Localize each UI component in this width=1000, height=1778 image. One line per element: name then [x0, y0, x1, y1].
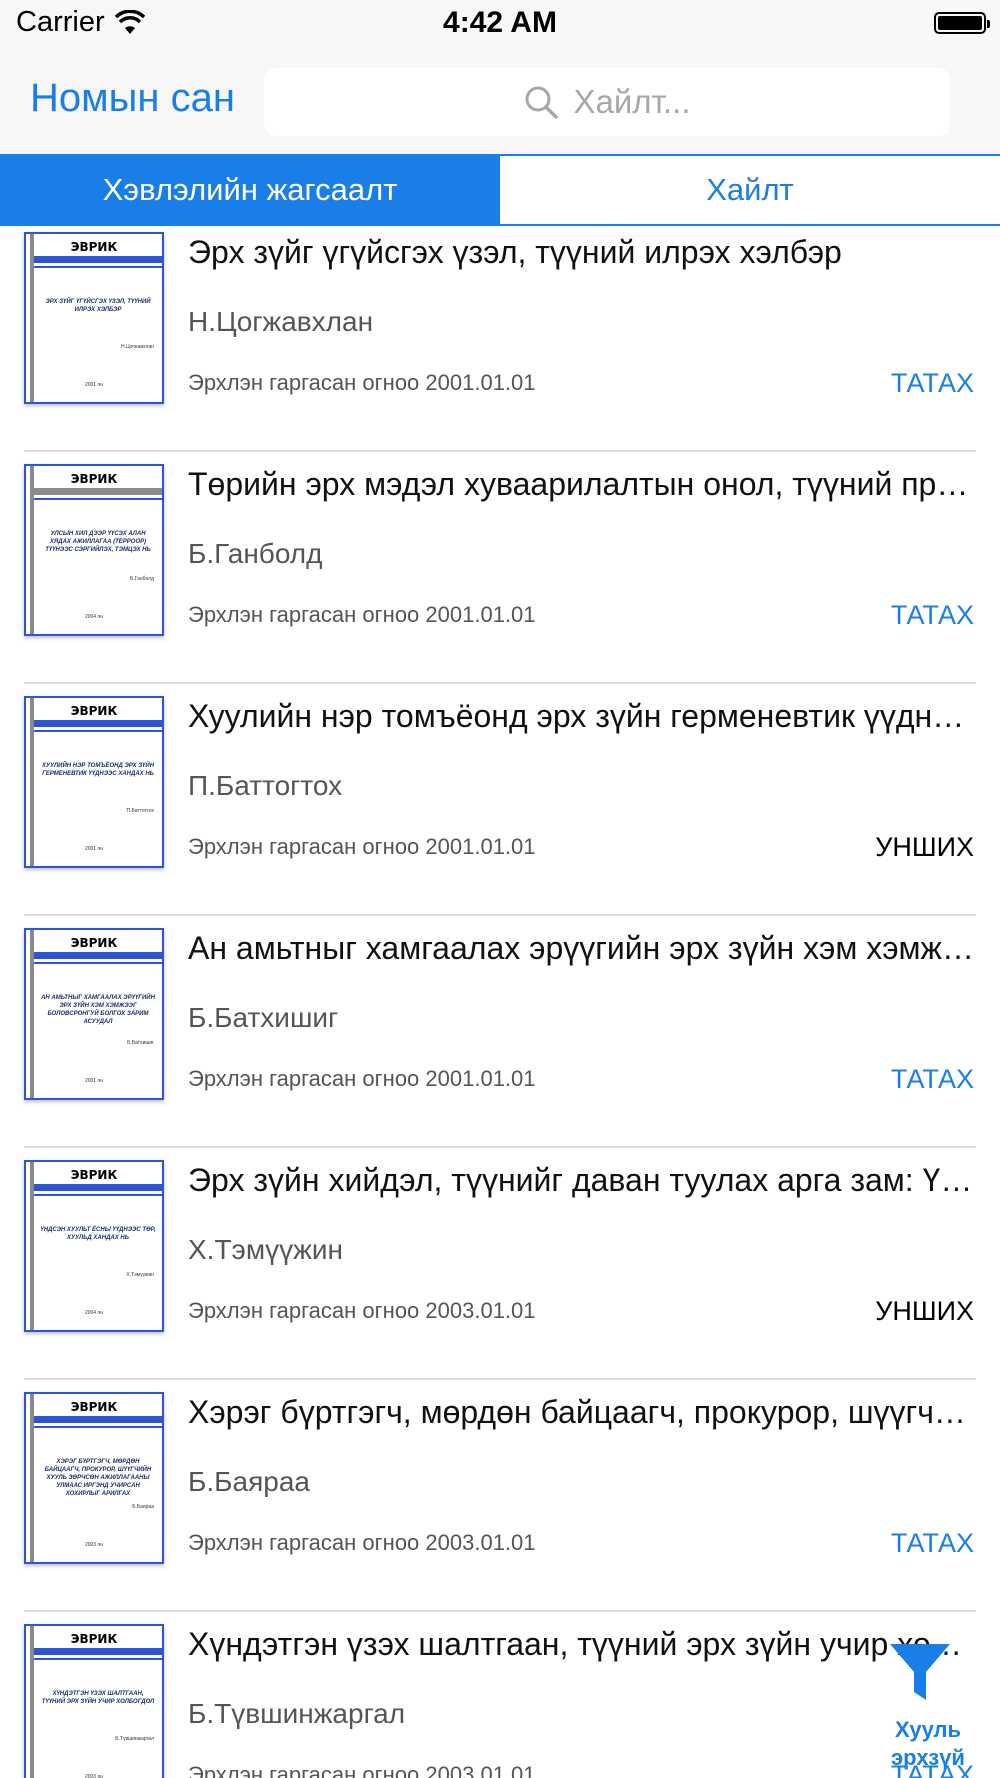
download-button[interactable]: ТАТАХ: [891, 1064, 974, 1095]
book-title[interactable]: Эрх зүйн хийдэл, түүнийг даван туулах ар…: [188, 1162, 974, 1199]
segmented-tabs: Хэвлэлийн жагсаалт Хайлт: [0, 154, 1000, 226]
book-cover[interactable]: ЭВРИК Хүндэтгэн үзэх шалтгаан, түүний эр…: [24, 1624, 164, 1778]
cover-stripe: [34, 1416, 162, 1423]
cover-author: П.Баттогтох: [126, 808, 154, 814]
cover-author: Б.Түвшинжаргал: [115, 1736, 154, 1742]
search-icon: [525, 86, 559, 119]
filter-label: Хууль эрхзүй: [891, 1717, 965, 1770]
book-author: Б.Батхишиг: [188, 1002, 339, 1033]
cover-author: Б.Баяраа: [132, 1504, 154, 1510]
cover-line: [34, 962, 162, 964]
list-item[interactable]: ЭВРИК Эрх зүйг үгүйсгэх үзэл, түүний илр…: [0, 226, 1000, 452]
cover-author: Б.Ганболд: [129, 576, 154, 582]
book-cover[interactable]: ЭВРИК Ан амьтныг хамгаалах эрүүгийн эрх …: [24, 928, 164, 1100]
publish-date: Эрхлэн гаргасан огноо 2001.01.01: [188, 602, 536, 627]
cover-year: 2003 он: [84, 1774, 104, 1778]
cover-line: [34, 498, 162, 500]
book-author: Б.Ганболд: [188, 538, 323, 569]
book-cover[interactable]: ЭВРИК Улсын хил дээр үүсэх алан хядах аж…: [24, 464, 164, 636]
book-title[interactable]: Эрх зүйг үгүйсгэх үзэл, түүний илрэх хэл…: [188, 234, 974, 271]
navigation-bar: Номын сан Хайлт...: [0, 50, 1000, 154]
cover-stripe: [34, 488, 162, 495]
status-bar: Carrier 4:42 AM: [0, 0, 1000, 50]
cover-brand: ЭВРИК: [70, 704, 118, 718]
book-title[interactable]: Ан амьтныг хамгаалах эрүүгийн эрх зүйн х…: [188, 930, 974, 967]
book-cover[interactable]: ЭВРИК Хэрэг бүртгэгч, мөрдөн байцаагч, п…: [24, 1392, 164, 1564]
list-item[interactable]: ЭВРИК Хэрэг бүртгэгч, мөрдөн байцаагч, п…: [0, 1380, 1000, 1612]
cover-brand: ЭВРИК: [70, 240, 118, 254]
cover-year: 2004 он: [84, 1310, 104, 1316]
cover-title: Хуулийн нэр томъёонд эрх зүйн герменевти…: [41, 763, 155, 777]
cover-brand: ЭВРИК: [70, 1632, 118, 1646]
cover-stripe: [34, 952, 162, 959]
filter-button[interactable]: Хууль эрхзүй: [880, 1640, 996, 1778]
cover-title: Улсын хил дээр үүсэх алан хядах ажиллага…: [45, 531, 151, 553]
search-placeholder: Хайлт...: [573, 83, 691, 120]
publish-date: Эрхлэн гаргасан огноо 2003.01.01: [188, 1298, 536, 1323]
book-title[interactable]: Төрийн эрх мэдэл хуваарилалтын онол, түү…: [188, 466, 974, 503]
cover-brand: ЭВРИК: [70, 472, 118, 486]
cover-year: 2001 он: [84, 846, 104, 852]
cover-title: Үндсэн хуульт ёсны үүднээс төр, хуульд х…: [40, 1227, 156, 1241]
cover-author: Н.Цогжавхлан: [120, 344, 154, 350]
download-button[interactable]: ТАТАХ: [891, 600, 974, 631]
book-author: Б.Баяраа: [188, 1466, 310, 1497]
list-item[interactable]: ЭВРИК Хүндэтгэн үзэх шалтгаан, түүний эр…: [0, 1612, 1000, 1778]
filter-icon: [890, 1644, 950, 1700]
cover-title: Хэрэг бүртгэгч, мөрдөн байцаагч, прокуро…: [44, 1459, 152, 1497]
tab-publication-list[interactable]: Хэвлэлийн жагсаалт: [0, 156, 500, 224]
cover-line: [34, 1658, 162, 1660]
cover-brand: ЭВРИК: [70, 1168, 118, 1182]
book-title[interactable]: Хүндэтгэн үзэх шалтгаан, түүний эрх зүйн…: [188, 1626, 974, 1663]
book-author: Н.Цогжавхлан: [188, 306, 374, 337]
cover-stripe: [34, 1184, 162, 1191]
cover-author: Х.Тэмүүжин: [126, 1272, 154, 1278]
book-author: Х.Тэмүүжин: [188, 1234, 343, 1265]
cover-line: [34, 266, 162, 268]
cover-stripe: [34, 1648, 162, 1655]
cover-year: 2004 он: [84, 614, 104, 620]
book-author: П.Баттогтох: [188, 770, 343, 801]
page-title: Номын сан: [30, 76, 235, 120]
clock: 4:42 AM: [443, 6, 557, 39]
list-item[interactable]: ЭВРИК Улсын хил дээр үүсэх алан хядах аж…: [0, 452, 1000, 684]
cover-year: 2001 он: [84, 382, 104, 388]
cover-title: Хүндэтгэн үзэх шалтгаан, түүний эрх зүйн…: [41, 1691, 155, 1705]
publish-date: Эрхлэн гаргасан огноо 2001.01.01: [188, 834, 536, 859]
cover-year: 2001 он: [84, 1078, 104, 1084]
book-cover[interactable]: ЭВРИК Хуулийн нэр томъёонд эрх зүйн герм…: [24, 696, 164, 868]
publish-date: Эрхлэн гаргасан огноо 2003.01.01: [188, 1530, 536, 1555]
cover-title: Эрх зүйг үгүйсгэх үзэл, түүний илрэх хэл…: [45, 299, 151, 313]
download-button[interactable]: ТАТАХ: [891, 368, 974, 399]
cover-stripe: [34, 720, 162, 727]
download-button[interactable]: ТАТАХ: [891, 1528, 974, 1559]
cover-line: [34, 1426, 162, 1428]
cover-title: Ан амьтныг хамгаалах эрүүгийн эрх зүйн х…: [41, 995, 155, 1025]
search-input[interactable]: Хайлт...: [264, 68, 950, 136]
cover-brand: ЭВРИК: [70, 936, 118, 950]
book-title[interactable]: Хуулийн нэр томъёонд эрх зүйн герменевти…: [188, 698, 974, 735]
book-title[interactable]: Хэрэг бүртгэгч, мөрдөн байцаагч, прокуро…: [188, 1394, 974, 1431]
book-author: Б.Түвшинжаргал: [188, 1698, 406, 1729]
cover-author: Б.Батхишиг: [127, 1040, 154, 1046]
cover-line: [34, 730, 162, 732]
read-button[interactable]: УНШИХ: [875, 832, 974, 863]
publish-date: Эрхлэн гаргасан огноо 2003.01.01: [188, 1762, 536, 1778]
list-item[interactable]: ЭВРИК Хуулийн нэр томъёонд эрх зүйн герм…: [0, 684, 1000, 916]
book-cover[interactable]: ЭВРИК Эрх зүйг үгүйсгэх үзэл, түүний илр…: [24, 232, 164, 404]
book-list[interactable]: ЭВРИК Эрх зүйг үгүйсгэх үзэл, түүний илр…: [0, 226, 1000, 1778]
cover-stripe: [34, 256, 162, 263]
cover-line: [34, 1194, 162, 1196]
publish-date: Эрхлэн гаргасан огноо 2001.01.01: [188, 1066, 536, 1091]
publish-date: Эрхлэн гаргасан огноо 2001.01.01: [188, 370, 536, 395]
cover-year: 2003 он: [84, 1542, 104, 1548]
list-item[interactable]: ЭВРИК Ан амьтныг хамгаалах эрүүгийн эрх …: [0, 916, 1000, 1148]
cover-brand: ЭВРИК: [70, 1400, 118, 1414]
list-item[interactable]: ЭВРИК Үндсэн хуульт ёсны үүднээс төр, ху…: [0, 1148, 1000, 1380]
book-cover[interactable]: ЭВРИК Үндсэн хуульт ёсны үүднээс төр, ху…: [24, 1160, 164, 1332]
read-button[interactable]: УНШИХ: [875, 1296, 974, 1327]
battery-icon: [934, 12, 990, 34]
tab-search[interactable]: Хайлт: [500, 156, 1000, 224]
